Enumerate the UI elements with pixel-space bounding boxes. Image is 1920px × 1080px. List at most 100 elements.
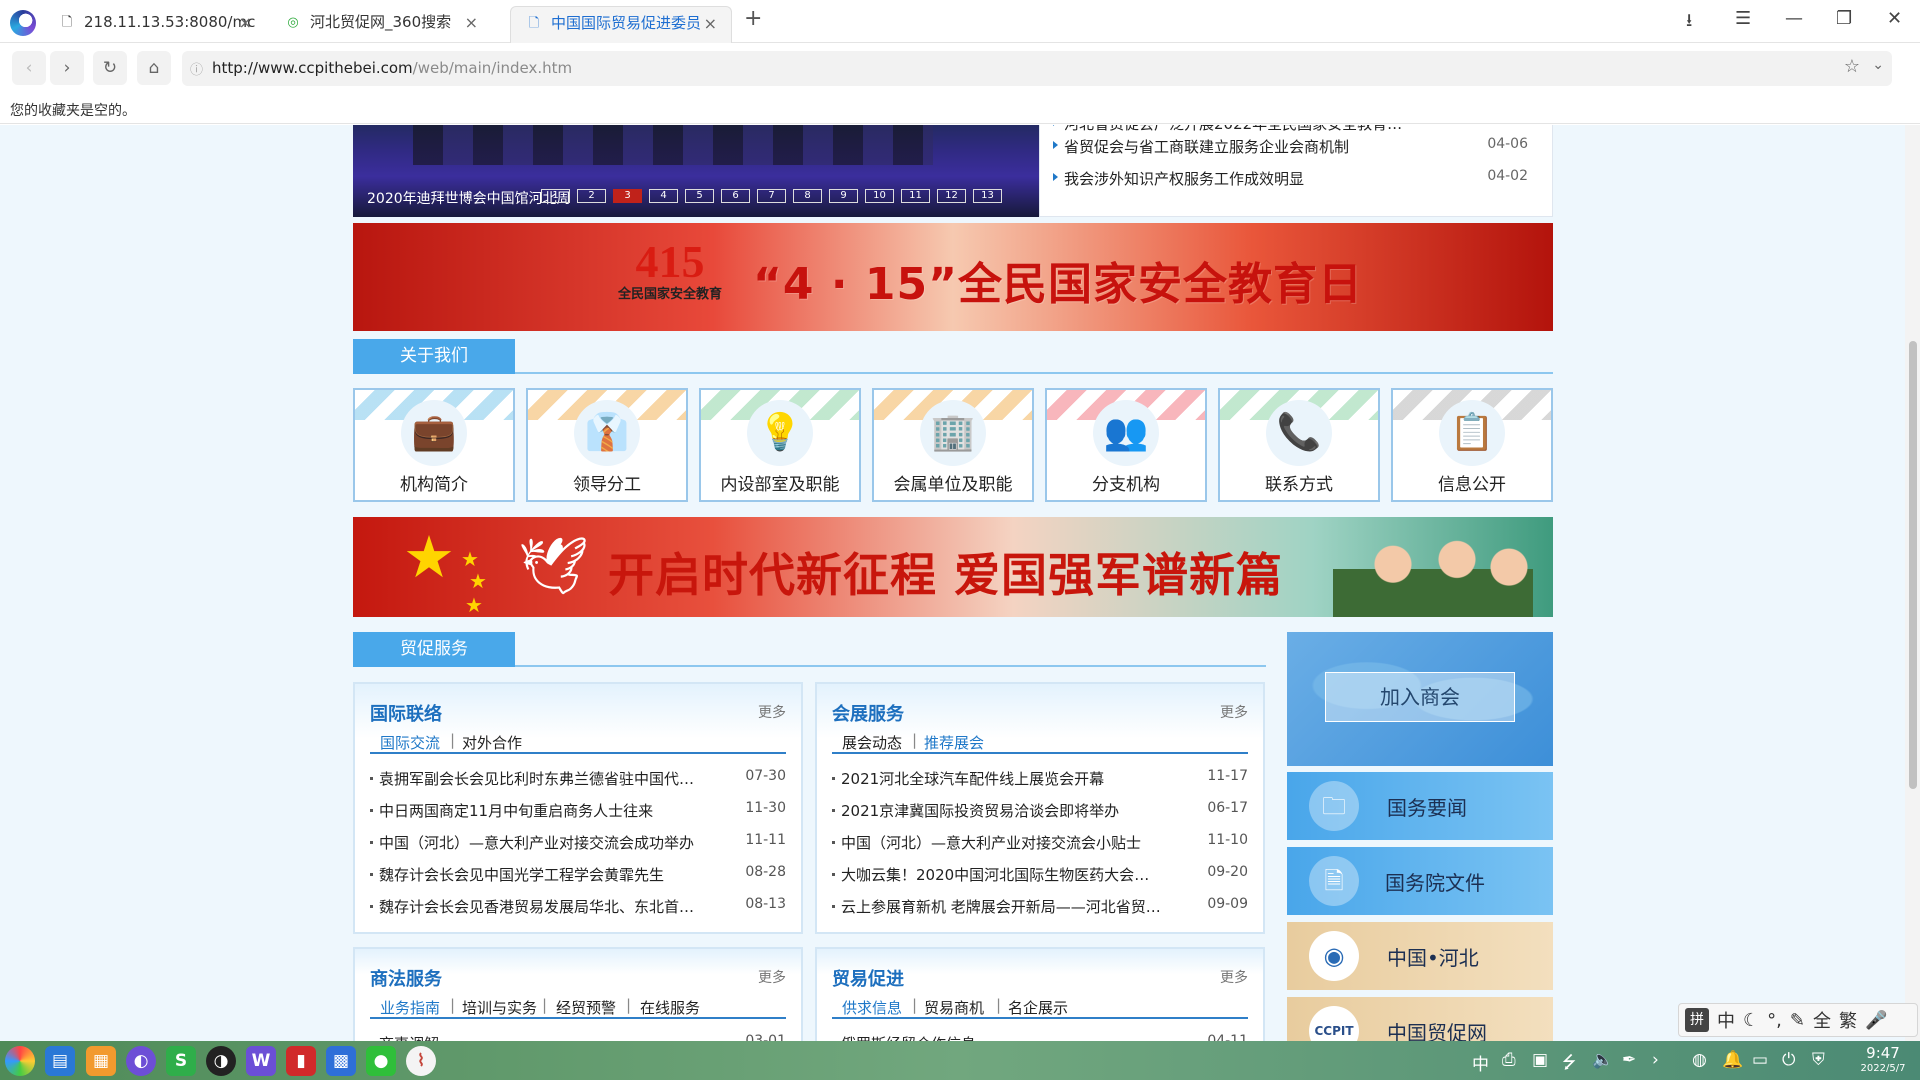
list-item[interactable]: 中国（河北）—意大利产业对接交流会成功举办 11-11	[370, 832, 786, 852]
tab-3-active[interactable]: 🗋 中国国际贸易促进委员 ×	[510, 6, 732, 43]
tab-training[interactable]: 培训与实务	[462, 997, 537, 1018]
ime-tray-icon[interactable]: 中	[1472, 1050, 1489, 1075]
ime-logo[interactable]: 拼	[1685, 1008, 1709, 1032]
browser-icon[interactable]: ◐	[126, 1046, 156, 1076]
about-card-affiliates[interactable]: 🏢 会属单位及职能	[872, 388, 1034, 502]
reload-button[interactable]: ↻	[93, 51, 127, 85]
menu-icon[interactable]: ☰	[1735, 8, 1751, 29]
more-link[interactable]: 更多	[758, 702, 786, 722]
slider-page-button[interactable]: 2	[577, 189, 606, 203]
slider-page-button[interactable]: 9	[829, 189, 858, 203]
microphone-icon[interactable]: 🎤	[1865, 1010, 1887, 1031]
tab-trade-opportunities[interactable]: 贸易商机	[924, 997, 984, 1018]
shield-icon[interactable]: ⛨	[1812, 1050, 1825, 1070]
power-icon[interactable]: ⏻	[1782, 1050, 1795, 1070]
tab-intl-exchange[interactable]: 国际交流	[380, 732, 440, 753]
tab-business-guide[interactable]: 业务指南	[380, 997, 440, 1018]
slider-page-button[interactable]: 7	[757, 189, 786, 203]
ime-mode-chinese[interactable]: 中	[1717, 1007, 1735, 1033]
more-link[interactable]: 更多	[758, 967, 786, 987]
tab-2[interactable]: ◎ 河北贸促网_360搜索 ×	[270, 6, 492, 43]
volume-icon[interactable]: 🔈	[1592, 1050, 1613, 1070]
sidebar-link-china-hebei[interactable]: ◉ 中国•河北	[1287, 922, 1553, 990]
wechat-icon[interactable]: ●	[366, 1046, 396, 1076]
spreadsheet-icon[interactable]: S	[166, 1046, 196, 1076]
close-icon[interactable]: ×	[239, 6, 252, 39]
ime-fullwidth[interactable]: 全	[1813, 1007, 1831, 1033]
download-icon[interactable]: ⭳	[1686, 8, 1692, 38]
browser-active-icon[interactable]: ◑	[206, 1046, 236, 1076]
ime-moon-icon[interactable]: ☾	[1743, 1010, 1759, 1031]
back-button[interactable]: ‹	[12, 51, 46, 85]
network-icon[interactable]: ◍	[1692, 1050, 1707, 1070]
chevron-down-icon[interactable]: ⌄	[1872, 57, 1884, 73]
list-item[interactable]: 商事调解03-01	[370, 1033, 786, 1041]
pen-icon[interactable]: ✒	[1622, 1050, 1636, 1070]
slider-page-button[interactable]: 3	[613, 189, 642, 203]
tab-exhibition-news[interactable]: 展会动态	[842, 732, 902, 753]
list-item[interactable]: 云上参展育新机 老牌展会开新局——河北省贸… 09-09	[832, 896, 1248, 916]
restore-button[interactable]: ❐	[1836, 8, 1852, 29]
minimize-button[interactable]: —	[1785, 8, 1803, 29]
list-item[interactable]: 2021河北全球汽车配件线上展览会开幕 11-17	[832, 768, 1248, 788]
list-item[interactable]: 2021京津冀国际投资贸易洽谈会即将举办 06-17	[832, 800, 1248, 820]
list-item[interactable]: 河北省贸促会广泛开展2022年全民国家安全教育…	[1052, 125, 1402, 134]
news-slider[interactable]: 2020年迪拜世博会中国馆河北周 1 2 3 4 5 6 7 8 9 10 11 12 13	[353, 125, 1039, 217]
browser-logo-icon[interactable]	[10, 10, 36, 36]
slider-page-button[interactable]: 13	[973, 189, 1002, 203]
about-card-disclosure[interactable]: 📋 信息公开	[1391, 388, 1553, 502]
close-window-button[interactable]: ✕	[1887, 8, 1902, 29]
about-card-org-intro[interactable]: 💼 机构简介	[353, 388, 515, 502]
sidebar-link-state-council-docs[interactable]: 🗎 国务院文件	[1287, 847, 1553, 915]
new-tab-button[interactable]: +	[744, 6, 762, 31]
notification-bell-icon[interactable]: 🔔	[1722, 1050, 1743, 1070]
list-item[interactable]: 袁拥军副会长会见比利时东弗兰德省驻中国代… 07-30	[370, 768, 786, 788]
list-item[interactable]: 俄罗斯经贸合作信息04-11	[832, 1033, 1248, 1041]
slider-page-button[interactable]: 4	[649, 189, 678, 203]
slider-page-button[interactable]: 5	[685, 189, 714, 203]
list-item[interactable]: 大咖云集！2020中国河北国际生物医药大会精… 09-20	[832, 864, 1248, 884]
panel-title[interactable]: 会展服务	[832, 700, 904, 726]
tab-foreign-cooperation[interactable]: 对外合作	[462, 732, 522, 753]
slider-page-button[interactable]: 8	[793, 189, 822, 203]
join-chamber-button[interactable]: 加入商会	[1325, 672, 1515, 722]
ime-handwrite-icon[interactable]: ✎	[1790, 1010, 1805, 1031]
slider-page-button[interactable]: 6	[721, 189, 750, 203]
tab-online-service[interactable]: 在线服务	[640, 997, 700, 1018]
keyboard-icon[interactable]: ▭	[1752, 1050, 1768, 1070]
tab-trade-alerts[interactable]: 经贸预警	[556, 997, 616, 1018]
list-item[interactable]: 魏存计会长会见香港贸易发展局华北、东北首… 08-13	[370, 896, 786, 916]
page-scrollbar[interactable]	[1905, 125, 1920, 1041]
about-card-branches[interactable]: 👥 分支机构	[1045, 388, 1207, 502]
clock[interactable]: 9:47 2022/5/7	[1850, 1044, 1916, 1076]
patriotic-army-banner[interactable]: ★ ★ ★ ★ 🕊 开启时代新征程 爱国强军谱新篇	[353, 517, 1553, 617]
sidebar-link-state-news[interactable]: 🗀 国务要闻	[1287, 772, 1553, 840]
folder-tray-icon[interactable]: ▣	[1532, 1050, 1548, 1070]
scrollbar-thumb[interactable]	[1909, 341, 1917, 789]
bookmark-star-icon[interactable]: ☆	[1844, 56, 1860, 77]
more-link[interactable]: 更多	[1220, 967, 1248, 987]
reader-icon[interactable]: ▮	[286, 1046, 316, 1076]
list-item[interactable]: 魏存计会长会见中国光学工程学会黄霏先生 08-28	[370, 864, 786, 884]
ime-traditional[interactable]: 繁	[1839, 1007, 1857, 1033]
tab-recommended-exhibitions[interactable]: 推荐展会	[924, 732, 984, 753]
forward-button[interactable]: ›	[50, 51, 84, 85]
close-icon[interactable]: ×	[465, 6, 478, 39]
more-link[interactable]: 更多	[1220, 702, 1248, 722]
writer-icon[interactable]: W	[246, 1046, 276, 1076]
address-bar[interactable]: ⓘ http://www.ccpithebei.com/web/main/ind…	[182, 51, 1892, 86]
panel-title[interactable]: 商法服务	[370, 965, 442, 991]
chevron-right-icon[interactable]: ›	[1652, 1050, 1659, 1070]
printer-icon[interactable]: ⎙	[1502, 1050, 1516, 1070]
about-card-leadership[interactable]: 👔 领导分工	[526, 388, 688, 502]
app-store-icon[interactable]: ▦	[86, 1046, 116, 1076]
app-icon[interactable]: ⌇	[406, 1046, 436, 1076]
file-manager-icon[interactable]: ▤	[45, 1046, 75, 1076]
url-text[interactable]: http://www.ccpithebei.com/web/main/index…	[212, 59, 572, 77]
close-icon[interactable]: ×	[704, 7, 717, 40]
list-item[interactable]: 省贸促会与省工商联建立服务企业会商机制	[1052, 136, 1349, 157]
slider-page-button[interactable]: 1	[541, 189, 570, 203]
panel-title[interactable]: 国际联络	[370, 700, 442, 726]
home-button[interactable]: ⌂	[137, 51, 171, 85]
usb-icon[interactable]: ⭍	[1562, 1050, 1576, 1079]
